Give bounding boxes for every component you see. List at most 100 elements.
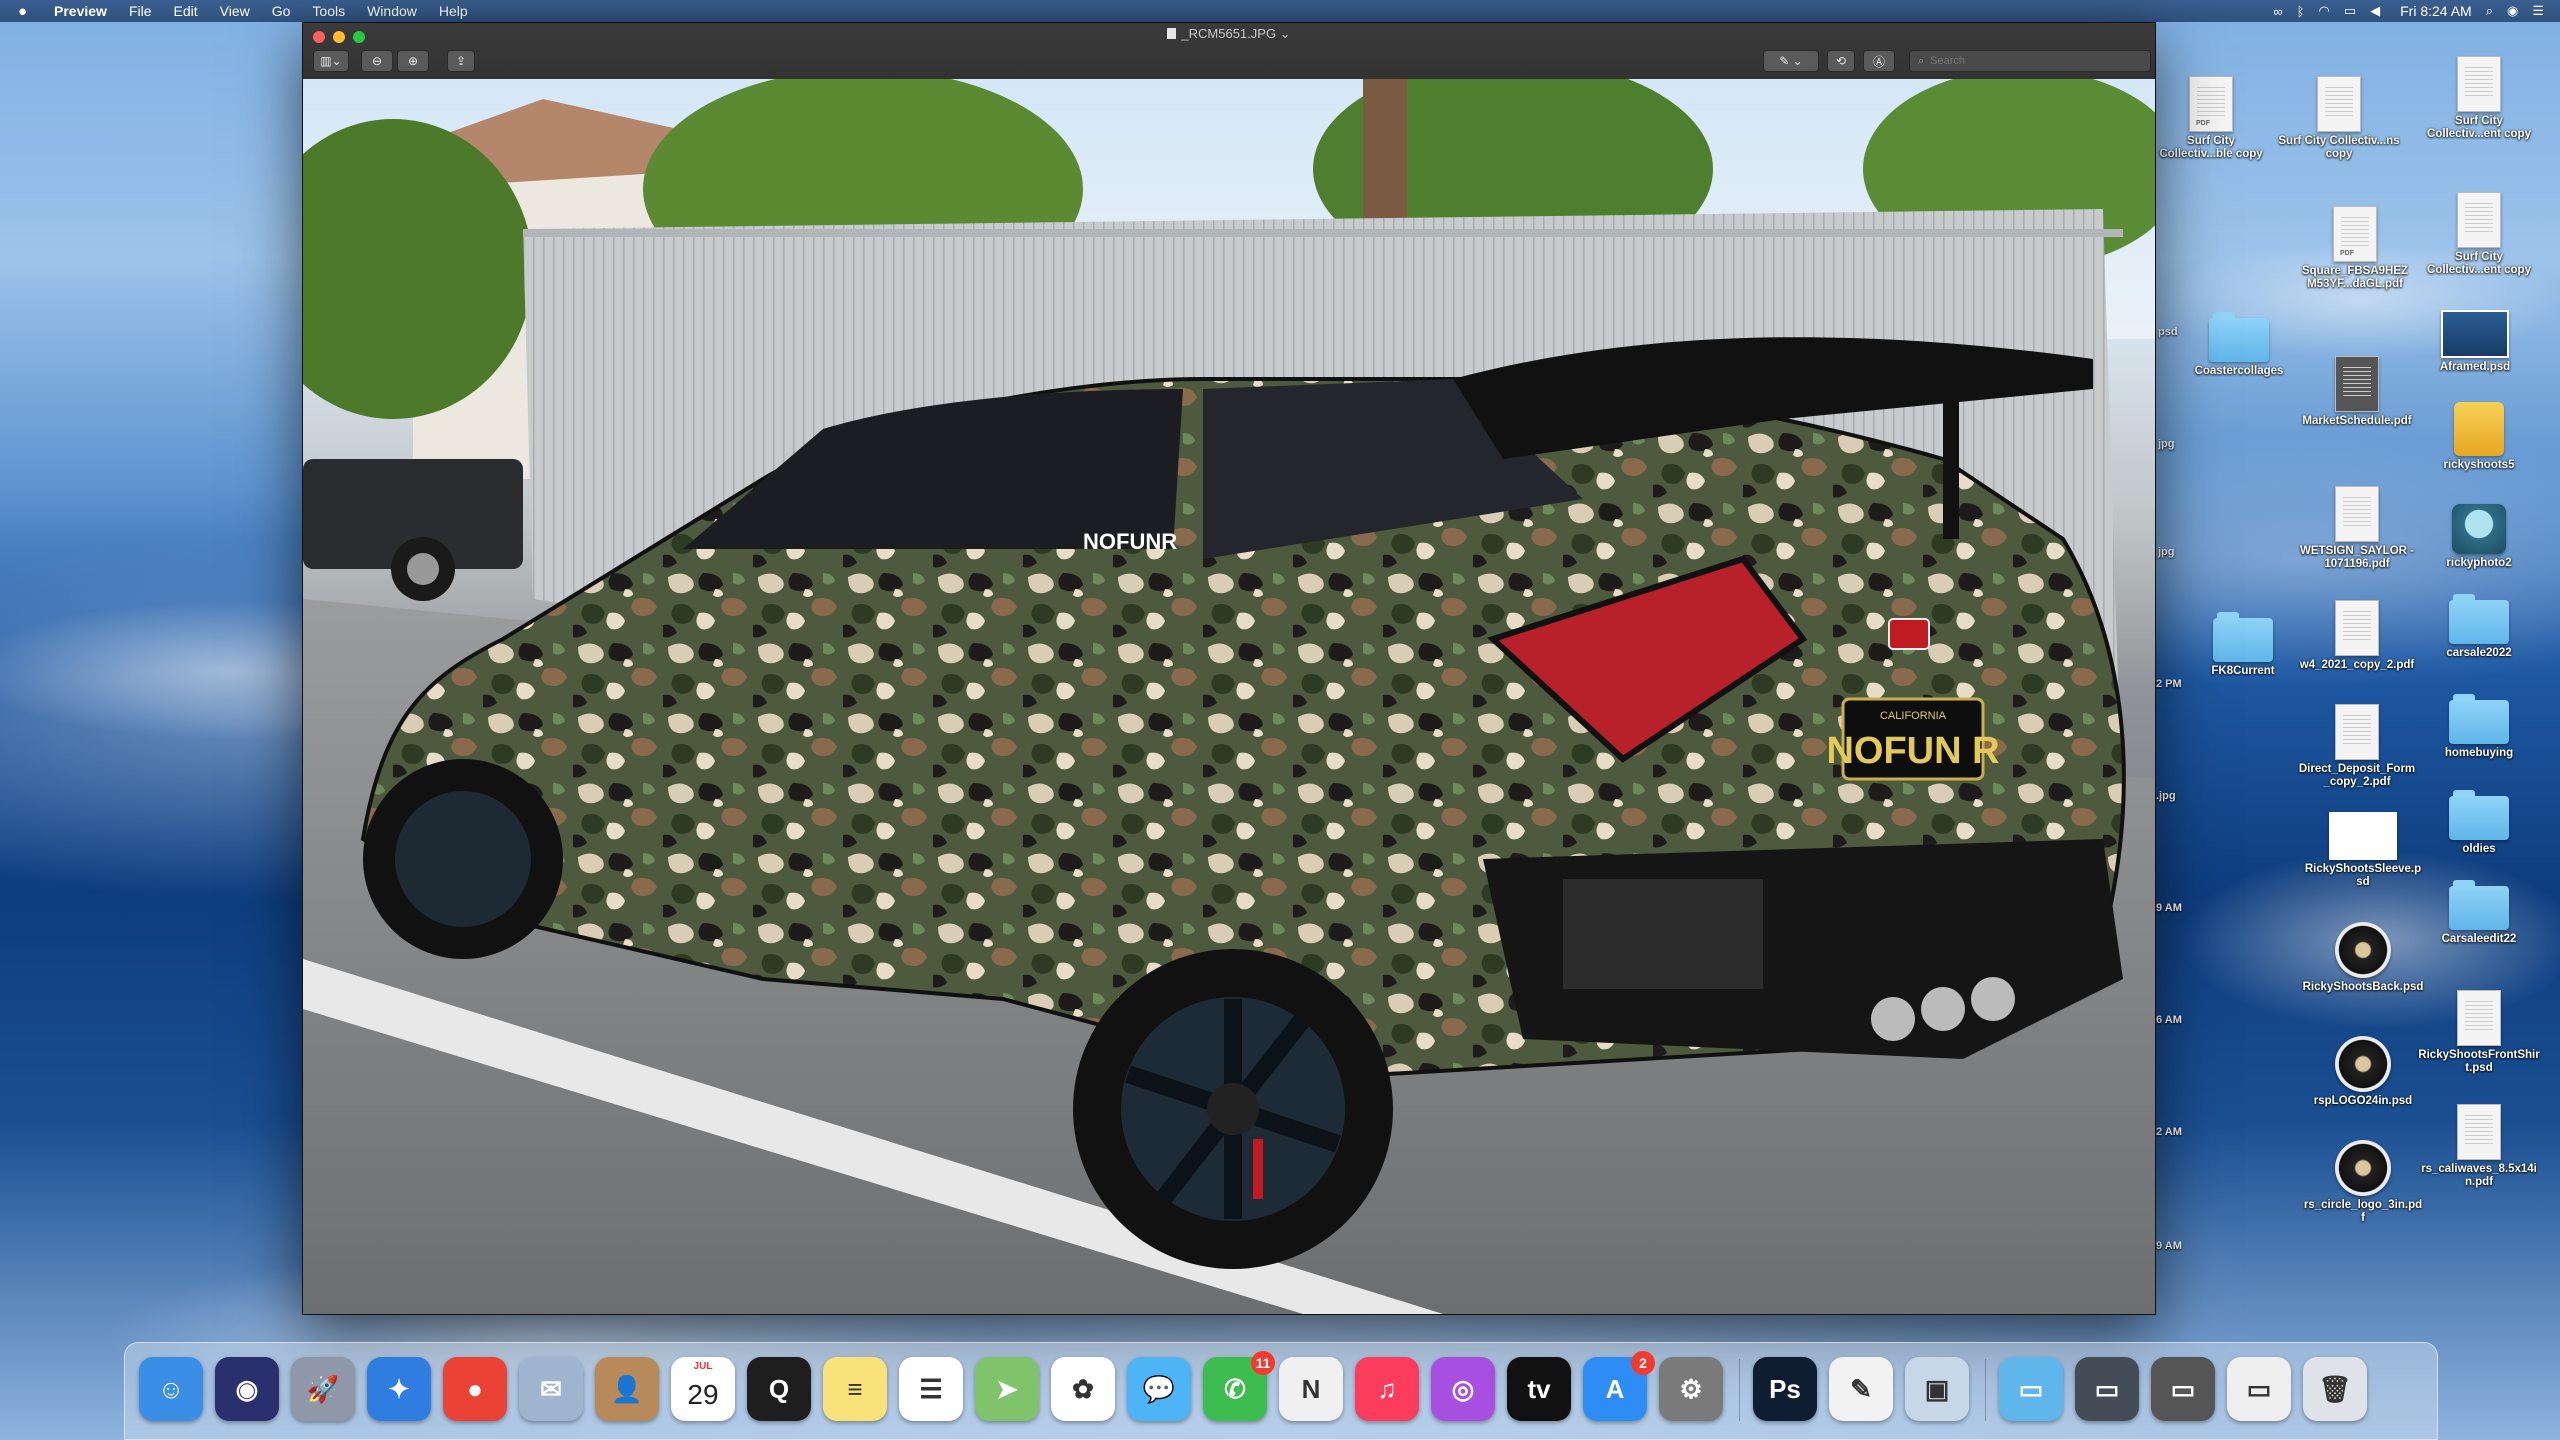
jpg-file-icon: [1167, 28, 1177, 39]
desktop-icon[interactable]: carsale2022: [2418, 594, 2540, 660]
menu-tools[interactable]: Tools: [312, 3, 345, 19]
dock-facetime-icon[interactable]: ✆ 11: [1203, 1351, 1275, 1421]
desktop-icon[interactable]: Direct_Deposit_Form_copy_2.pdf: [2296, 704, 2418, 789]
dock-siri-icon[interactable]: ◉: [215, 1357, 279, 1421]
menu-window[interactable]: Window: [367, 3, 417, 19]
desktop-icon[interactable]: homebuying: [2418, 694, 2540, 760]
dock-tv-icon[interactable]: tv: [1507, 1357, 1571, 1421]
menu-edit[interactable]: Edit: [174, 3, 198, 19]
siri-icon[interactable]: ◉: [2507, 3, 2518, 19]
wifi-icon[interactable]: ◠: [2318, 3, 2329, 19]
desktop-icon[interactable]: Surf City Collectiv...ent copy: [2418, 192, 2540, 277]
dock-messages-icon[interactable]: 💬: [1127, 1357, 1191, 1421]
dock-podcasts-icon[interactable]: ◎: [1431, 1357, 1495, 1421]
menu-app-name[interactable]: Preview: [54, 3, 107, 19]
desktop-icon[interactable]: WETSIGN_SAYLOR - 1071196.pdf: [2296, 486, 2418, 571]
desktop-icon[interactable]: Aframed.psd: [2414, 310, 2536, 374]
rotate-button[interactable]: ⟲: [1827, 50, 1855, 72]
dock-reminders-icon[interactable]: ☰: [899, 1357, 963, 1421]
desktop-icon[interactable]: Carsaleedit22: [2418, 880, 2540, 946]
desktop-icon[interactable]: rs_caliwaves_8.5x14in.pdf: [2418, 1104, 2540, 1189]
dock-music-icon[interactable]: ♫: [1355, 1357, 1419, 1421]
window-title[interactable]: _RCM5651.JPG ⌄: [303, 26, 2155, 42]
spotlight-search-icon[interactable]: ⌕: [2486, 3, 2493, 19]
car-photo: NOFUNR CALIFORNIA NOFUN R: [303, 79, 2155, 1314]
desktop-icon[interactable]: PDF Surf City Collectiv...ble copy: [2150, 76, 2272, 161]
menu-clock[interactable]: Fri 8:24 AM: [2400, 3, 2472, 19]
desktop-icon[interactable]: Surf City Collectiv...ent copy: [2418, 56, 2540, 141]
dock-applications-icon[interactable]: ▭: [1999, 1357, 2063, 1421]
dock-recent-psd-icon[interactable]: ▭: [2151, 1357, 2215, 1421]
desktop-icon[interactable]: rickyshoots5: [2418, 402, 2540, 472]
desktop-icon[interactable]: rspLOGO24in.psd: [2302, 1036, 2424, 1108]
sidebar-toggle-button[interactable]: ▥⌄: [313, 50, 349, 72]
dock-screenshot-icon[interactable]: ▭: [2227, 1357, 2291, 1421]
dock-preview-icon[interactable]: ▣: [1905, 1357, 1969, 1421]
partial-label: 6 AM: [2156, 1014, 2182, 1026]
desktop-icon[interactable]: RickyShootsSleeve.psd: [2302, 812, 2424, 889]
dock: ☺ ◉ 🚀 ✦ ● ✉ 👤 JUL 29 Q ≡ ☰ ➤ ✿ 💬 ✆ 11 N ♫ ◎ tv A 2 ⚙ Ps ✎ ▣ ▭ ▭ ▭ ▭ 🗑: [124, 1342, 2438, 1440]
desktop-icon[interactable]: RickyShootsBack.psd: [2302, 922, 2424, 994]
notification-badge: 11: [1251, 1351, 1275, 1375]
partial-label: jpg: [2158, 438, 2175, 450]
dock-quicktime-icon[interactable]: Q: [747, 1357, 811, 1421]
finder-glyph: ☺: [157, 1373, 185, 1404]
desktop-icon[interactable]: oldies: [2418, 790, 2540, 856]
chrome-glyph: ●: [467, 1373, 483, 1404]
desktop-icon[interactable]: Surf City Collectiv...ns copy: [2278, 76, 2400, 161]
markup-toolbar-button[interactable]: Ⓐ: [1863, 50, 1895, 72]
zoom-in-button[interactable]: ⊕: [397, 50, 429, 72]
volume-icon[interactable]: ◀: [2370, 3, 2380, 19]
desktop-icon[interactable]: w4_2021_copy_2.pdf: [2296, 600, 2418, 672]
creative-cloud-icon[interactable]: ∞: [2273, 4, 2282, 19]
notification-center-icon[interactable]: ☰: [2532, 3, 2544, 19]
zoom-out-button[interactable]: ⊖: [361, 50, 393, 72]
dock-launchpad-icon[interactable]: 🚀: [291, 1357, 355, 1421]
window-titlebar[interactable]: _RCM5651.JPG ⌄ ▥⌄ ⊖ ⊕ ⇪ ✎ ⌄ ⟲ Ⓐ ⌕: [303, 23, 2155, 80]
system-preferences-glyph: ⚙: [1679, 1373, 1703, 1404]
markup-pen-button[interactable]: ✎ ⌄: [1763, 50, 1819, 72]
dock-chrome-icon[interactable]: ●: [443, 1357, 507, 1421]
dock-textedit-icon[interactable]: ✎: [1829, 1357, 1893, 1421]
calendar-date-label: 29: [687, 1379, 719, 1410]
dock-finder-icon[interactable]: ☺: [139, 1357, 203, 1421]
desktop-icon[interactable]: rs_circle_logo_3in.pdf: [2302, 1140, 2424, 1225]
airplay-icon[interactable]: ▭: [2344, 3, 2356, 19]
menu-view[interactable]: View: [220, 3, 250, 19]
desktop-icon[interactable]: Coastercollages: [2178, 312, 2300, 378]
launchpad-glyph: 🚀: [306, 1373, 340, 1404]
search-input[interactable]: [1930, 55, 2131, 67]
dock-safari-icon[interactable]: ✦: [367, 1357, 431, 1421]
apple-menu-icon[interactable]: ●: [18, 3, 38, 20]
dock-notes-icon[interactable]: ≡: [823, 1357, 887, 1421]
menu-file[interactable]: File: [129, 3, 152, 19]
zoom-in-icon: ⊕: [407, 54, 419, 68]
menu-help[interactable]: Help: [439, 3, 468, 19]
desktop-icon[interactable]: MarketSchedule.pdf: [2296, 356, 2418, 428]
desktop-icon[interactable]: FK8Current: [2182, 612, 2304, 678]
bluetooth-icon[interactable]: ᛒ: [2297, 4, 2305, 19]
dock-mail-icon[interactable]: ✉: [519, 1357, 583, 1421]
image-thumbnail-icon: [2441, 310, 2509, 358]
share-button[interactable]: ⇪: [447, 50, 475, 72]
search-field[interactable]: ⌕: [1909, 50, 2151, 72]
dock-maps-icon[interactable]: ➤: [975, 1357, 1039, 1421]
folder-icon: [2449, 880, 2509, 930]
image-canvas[interactable]: NOFUNR CALIFORNIA NOFUN R: [303, 79, 2155, 1314]
dock-trash-icon[interactable]: 🗑: [2303, 1357, 2367, 1421]
desktop-icon[interactable]: RickyShootsFrontShirt.psd: [2418, 990, 2540, 1075]
dock-photoshop-icon[interactable]: Ps: [1753, 1357, 1817, 1421]
menu-go[interactable]: Go: [272, 3, 291, 19]
dock-news-icon[interactable]: N: [1279, 1357, 1343, 1421]
dock-photos-icon[interactable]: ✿: [1051, 1357, 1115, 1421]
dock-system-preferences-icon[interactable]: ⚙: [1659, 1357, 1723, 1421]
desktop-icon[interactable]: PDF Square_FBSA9HEZ M53YF...daGL.pdf: [2294, 206, 2416, 291]
menu-bar: ● Preview File Edit View Go Tools Window…: [0, 0, 2560, 22]
dock-downloads-icon[interactable]: ▭: [2075, 1357, 2139, 1421]
dock-contacts-icon[interactable]: 👤: [595, 1357, 659, 1421]
folder-icon: [2449, 694, 2509, 744]
dock-app-store-icon[interactable]: A2: [1583, 1351, 1655, 1421]
desktop-icon[interactable]: rickyphoto2: [2418, 504, 2540, 570]
dock-calendar-icon[interactable]: JUL 29: [671, 1357, 735, 1421]
zoom-out-icon: ⊖: [371, 54, 383, 68]
